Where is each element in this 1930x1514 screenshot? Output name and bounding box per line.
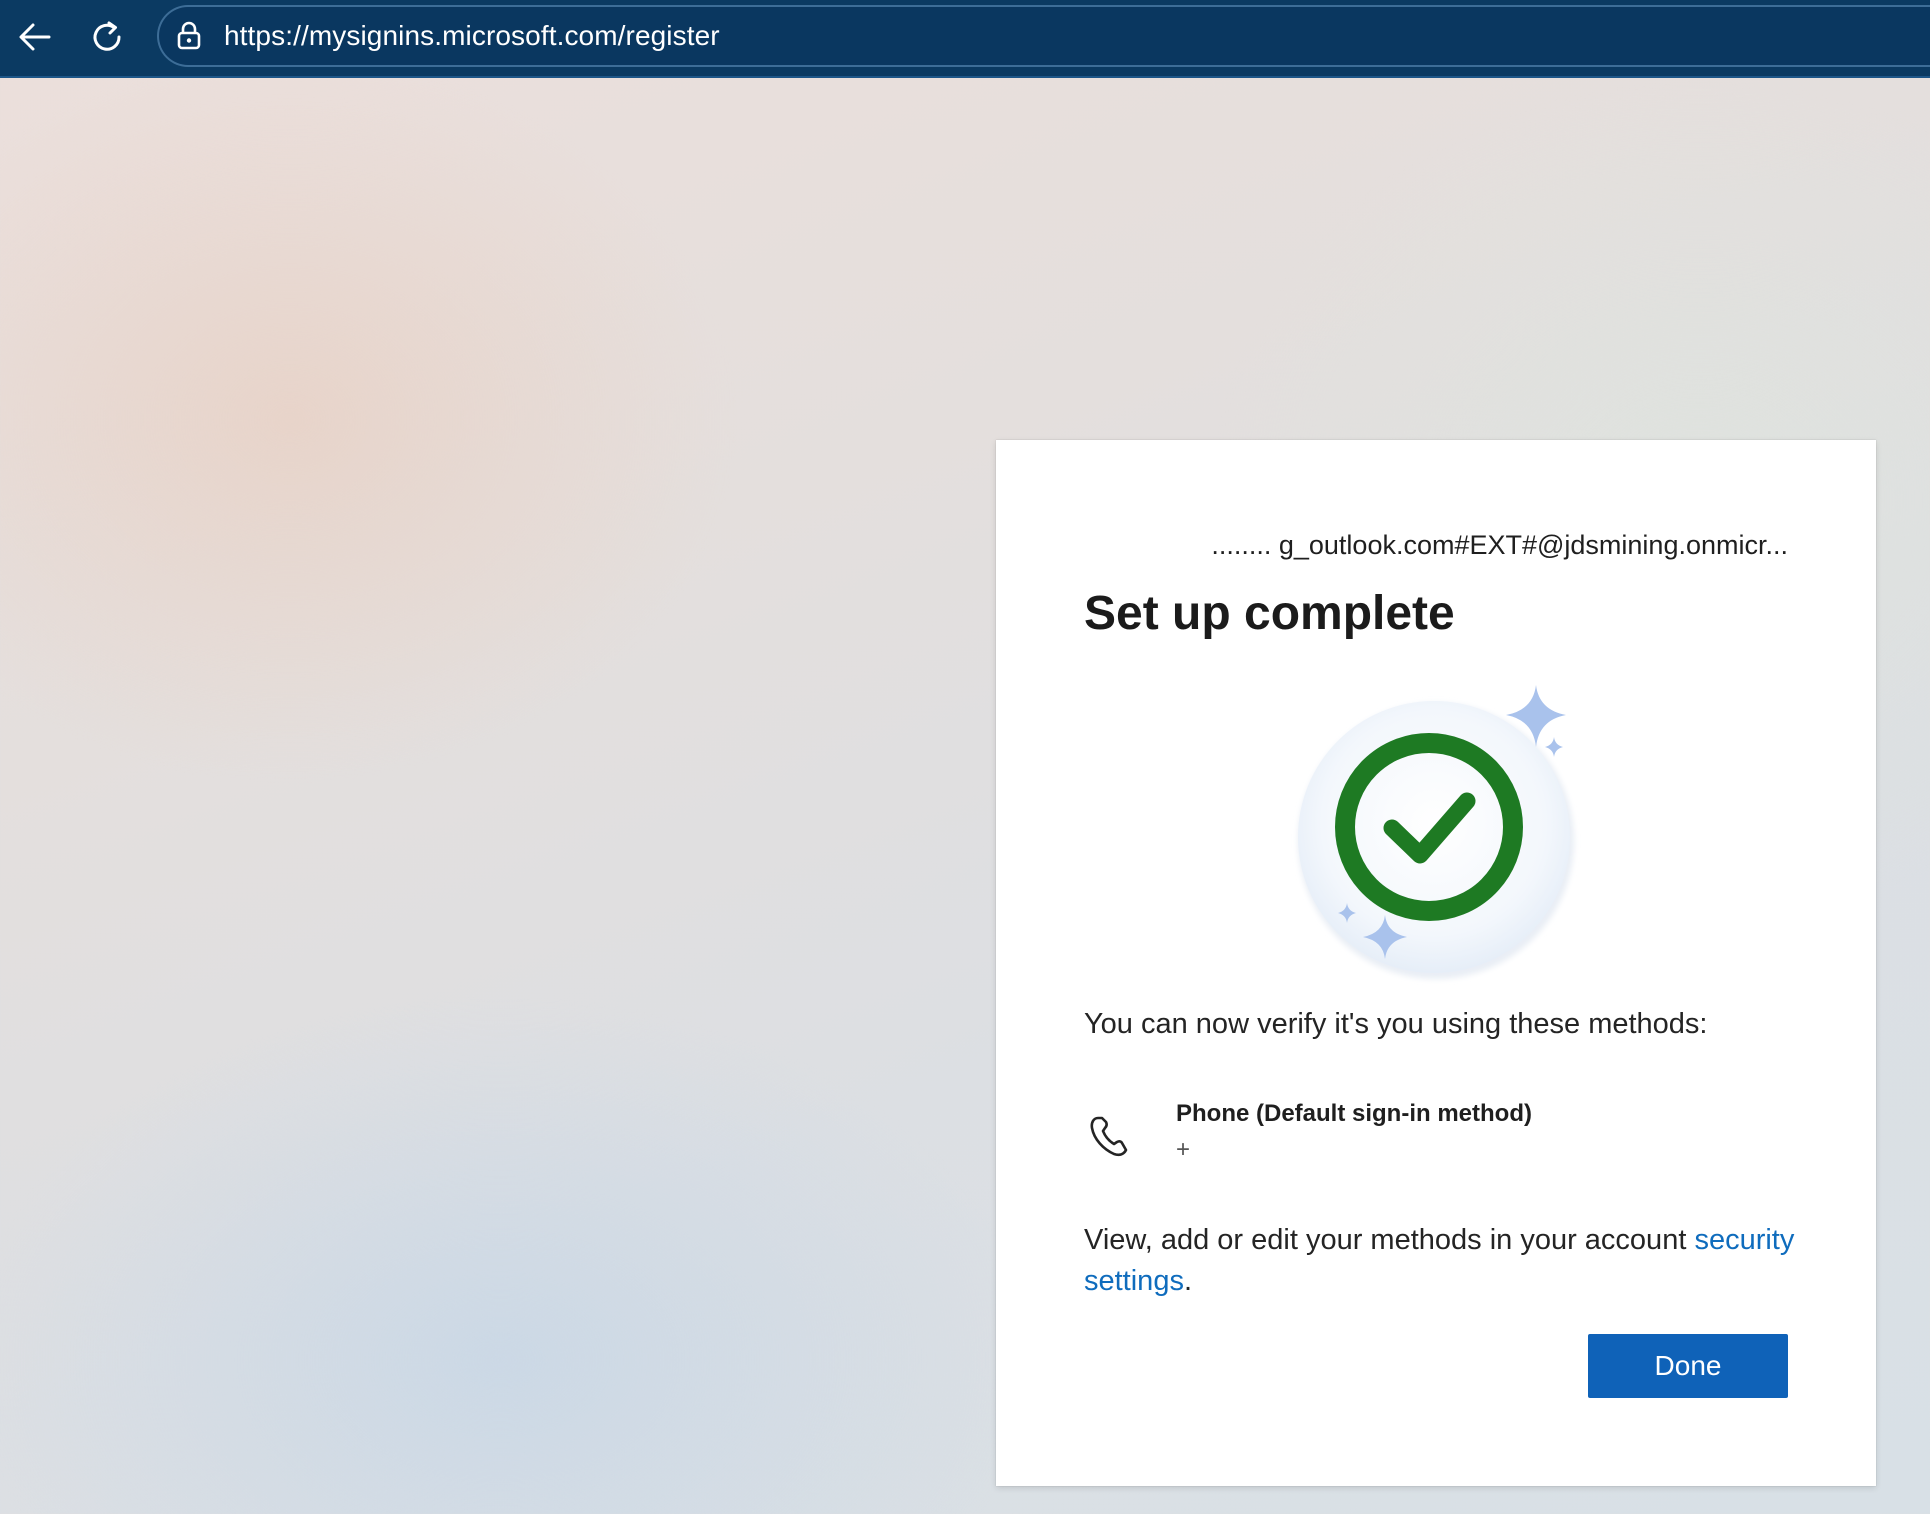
- browser-toolbar: https://mysignins.microsoft.com/register: [0, 0, 1930, 78]
- back-button[interactable]: [12, 14, 58, 60]
- phone-icon: [1090, 1116, 1128, 1157]
- setup-complete-card: ........ g_outlook.com#EXT#@jdsmining.on…: [996, 440, 1876, 1486]
- back-arrow-icon: [19, 23, 51, 51]
- url-text[interactable]: https://mysignins.microsoft.com/register: [224, 20, 720, 52]
- methods-intro: You can now verify it's you using these …: [1084, 1008, 1708, 1040]
- reload-button[interactable]: [84, 14, 130, 60]
- method-phone-number: +: [1176, 1136, 1191, 1163]
- method-phone: Phone (Default sign-in method) +: [1084, 1100, 1784, 1210]
- reload-icon: [93, 21, 121, 51]
- method-name: Phone (Default sign-in method): [1176, 1100, 1532, 1127]
- footer-period: .: [1183, 1265, 1193, 1297]
- address-bar[interactable]: https://mysignins.microsoft.com/register: [157, 5, 1930, 67]
- footer-text: View, add or edit your methods in your a…: [1084, 1220, 1804, 1302]
- done-button[interactable]: Done: [1588, 1334, 1788, 1398]
- account-identity: ........ g_outlook.com#EXT#@jdsmining.on…: [1211, 530, 1788, 560]
- lock-icon[interactable]: [174, 19, 204, 53]
- footer-text-lead: View, add or edit your methods in your a…: [1084, 1224, 1687, 1256]
- page-title: Set up complete: [1084, 587, 1455, 640]
- success-checkmark-icon: [1298, 685, 1574, 979]
